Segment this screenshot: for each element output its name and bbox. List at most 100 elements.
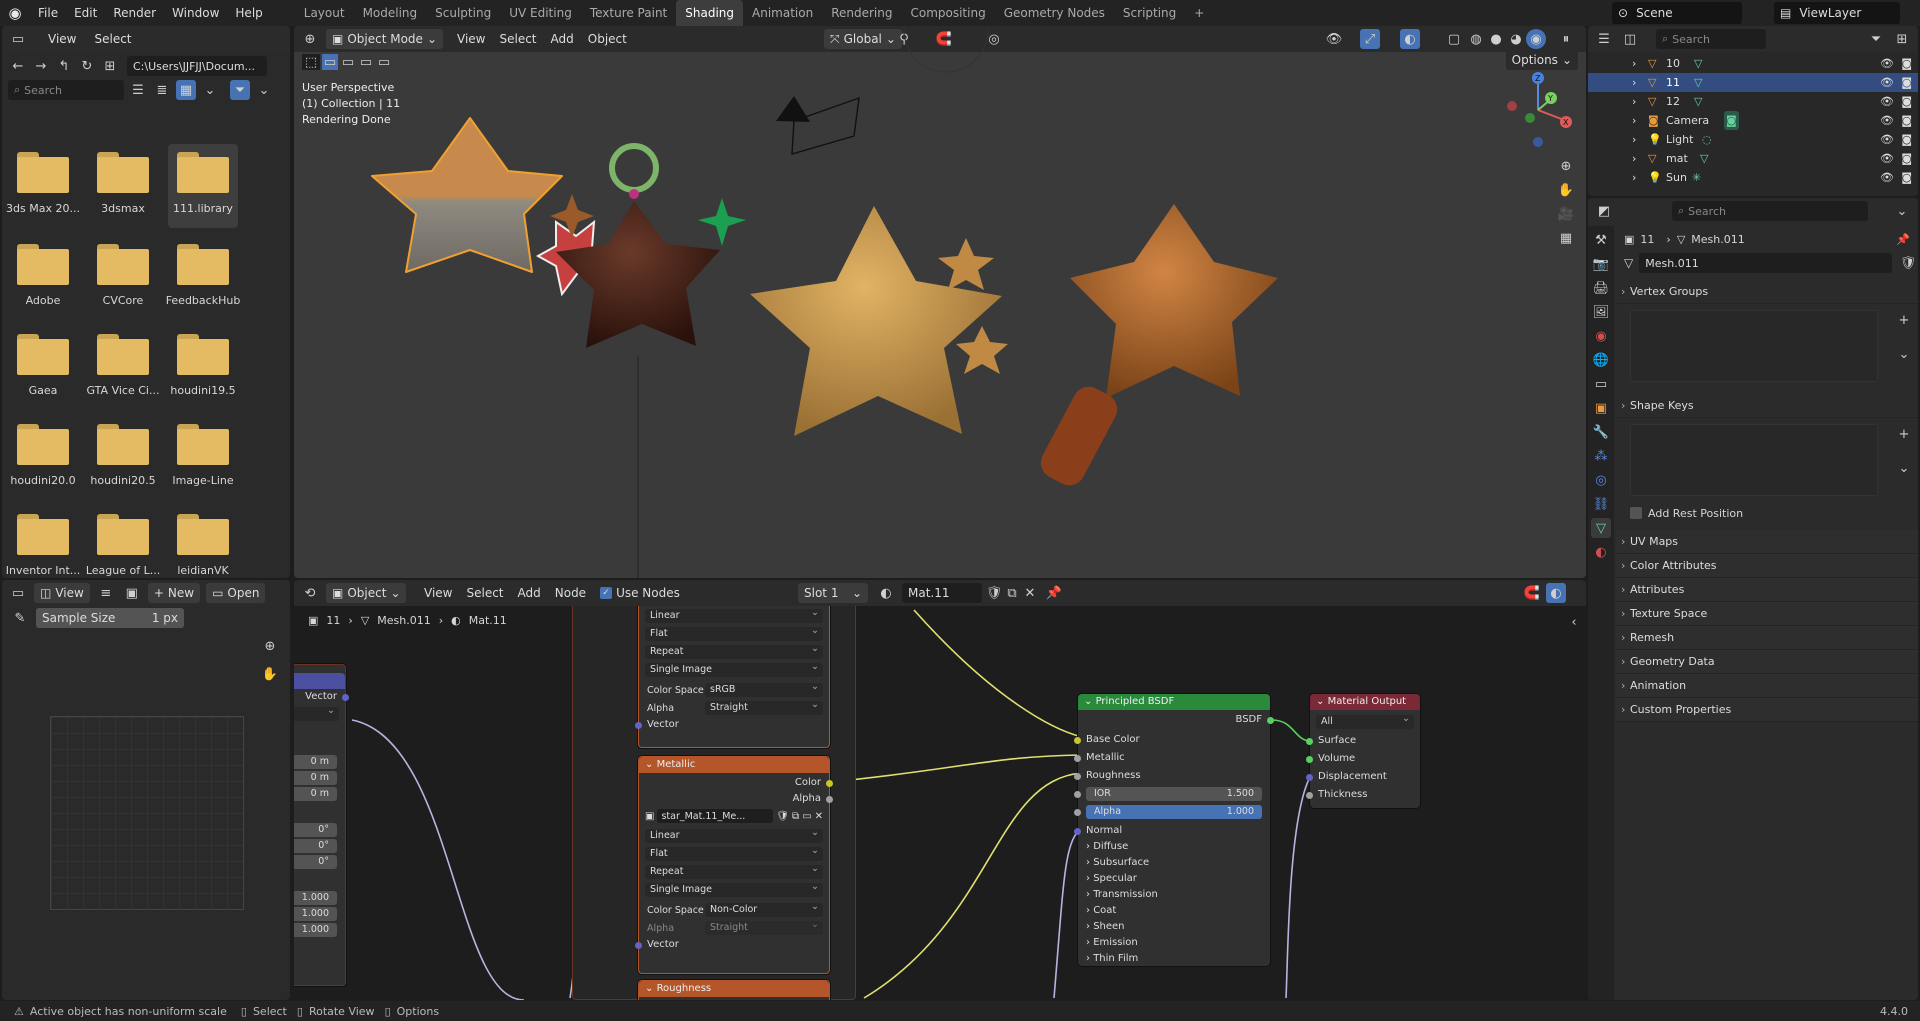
proportional-edit-icon[interactable]: ◎ [984,29,1004,49]
tab-sculpting[interactable]: Sculpting [426,0,500,26]
tab-scripting[interactable]: Scripting [1114,0,1185,26]
alpha-dropdown[interactable]: Straight [705,698,823,715]
file-browser-menu-select[interactable]: Select [94,32,131,46]
bsdf-header[interactable]: ⌄ Principled BSDF [1078,694,1270,710]
scale-x-field[interactable]: 1.000 [294,891,337,905]
render-tab-icon[interactable]: 📷 [1591,254,1611,274]
new-folder-icon[interactable]: ⊞ [100,56,120,76]
folder-item[interactable]: 3dsmax [88,148,158,215]
tab-shading[interactable]: Shading [676,0,743,26]
eye-icon[interactable]: 👁 [1880,149,1894,168]
add-workspace-button[interactable]: + [1185,0,1213,26]
folder-item[interactable]: Adobe [8,240,78,307]
color-attributes-section[interactable]: Color Attributes [1616,554,1918,578]
mapping-type-dropdown[interactable]: oint [294,704,339,721]
forward-arrow-icon[interactable]: → [31,56,51,76]
breadcrumb-object[interactable]: 11 [1640,233,1654,246]
tab-geometry-nodes[interactable]: Geometry Nodes [995,0,1114,26]
float-socket[interactable] [1074,755,1081,762]
eye-icon[interactable]: 👁 [1880,168,1894,187]
gizmo-icon[interactable]: ⤢ [1360,29,1380,49]
vertex-groups-section[interactable]: Vertex Groups [1616,280,1918,304]
shader-node-editor[interactable]: ⟲ ▣ Object ⌄ View Select Add Node ✓ Use Nod… [294,580,1586,1000]
use-nodes-toggle[interactable]: ✓ Use Nodes [600,586,680,600]
file-search-input[interactable]: ⌕ Search [8,80,124,100]
folder-item[interactable]: Inventor Int... [6,510,80,577]
tab-layout[interactable]: Layout [295,0,354,26]
transform-orientation[interactable]: ⤧ Global ⌄ [824,29,902,49]
location-z-field[interactable]: 0 m [294,787,337,801]
panel-emission[interactable]: › Emission [1078,935,1270,951]
shape-keys-section[interactable]: Shape Keys [1616,394,1918,418]
node-menu-add[interactable]: Add [518,586,541,600]
roughness-texture-node[interactable]: ⌄ Roughness [638,980,830,1000]
projection-dropdown[interactable]: Flat [645,624,823,641]
navigation-gizmo[interactable]: Z X Y [1504,66,1574,156]
animation-section[interactable]: Animation [1616,674,1918,698]
metallic-texture-node[interactable]: ⌄ Metallic Color Alpha ▣ star_Mat.11_Me.… [635,756,833,974]
viewport-menu-view[interactable]: View [457,32,485,46]
interpolation-dropdown[interactable]: Linear [645,606,823,623]
breadcrumb-object[interactable]: 11 [326,614,340,627]
outliner-item[interactable]: › ◙ Camera ◙ 👁 ◙ [1588,111,1918,130]
folder-item[interactable]: FeedbackHub [166,240,240,307]
ior-field[interactable]: IOR 1.500 [1086,787,1262,801]
outliner-item[interactable]: › ▽ 10 ▽ 👁 ◙ [1588,54,1918,73]
metallic-node-header[interactable]: ⌄ Metallic [639,757,829,773]
visibility-icon[interactable]: 👁 [1324,29,1344,49]
fake-user-icon[interactable]: 🛡 [776,811,789,822]
texture-space-section[interactable]: Texture Space [1616,602,1918,626]
panel-specular[interactable]: › Specular [1078,871,1270,887]
modifier-tab-icon[interactable]: 🔧 [1591,422,1611,442]
custom-properties-section[interactable]: Custom Properties [1616,698,1918,722]
vector-socket[interactable] [1074,828,1081,835]
outliner-item[interactable]: › 💡 Sun ✳ 👁 ◙ [1588,168,1918,187]
image-browse-icon[interactable]: ▣ [122,583,142,603]
float-socket[interactable] [1074,809,1081,816]
material-shading-icon[interactable]: ◕ [1506,29,1526,49]
base-color-texture-node[interactable]: Linear Flat Repeat Single Image Color Sp… [635,600,830,748]
geometry-data-section[interactable]: Geometry Data [1616,650,1918,674]
object-tab-icon[interactable]: ▣ [1591,398,1611,418]
chevron-down-icon[interactable]: ⌄ [1892,201,1912,221]
duplicate-icon[interactable]: ⧉ [1002,583,1022,603]
chevron-down-icon[interactable]: ⌄ [200,80,220,100]
folder-item[interactable]: League of L... [86,510,160,577]
vector-socket[interactable] [1306,774,1313,781]
material-output-node[interactable]: ⌄ Material Output All Surface Volume Dis… [1306,694,1420,808]
xray-icon[interactable]: ▢ [1444,29,1464,49]
rotation-x-field[interactable]: 0° [294,823,337,837]
vector-socket[interactable] [635,722,642,729]
eyedropper-icon[interactable]: ✎ [10,608,30,628]
solid-shading-icon[interactable]: ● [1486,29,1506,49]
material-tab-icon[interactable]: ◐ [1591,542,1611,562]
blender-logo-icon[interactable]: ◉ [0,0,30,26]
chevron-down-icon[interactable]: ⌄ [254,80,274,100]
scale-z-field[interactable]: 1.000 [294,923,337,937]
folder-item[interactable]: CVCore [88,240,158,307]
location-y-field[interactable]: 0 m [294,771,337,785]
viewport-menu-select[interactable]: Select [499,32,536,46]
menu-help[interactable]: Help [227,0,270,26]
extension-dropdown[interactable]: Repeat [645,862,823,879]
close-icon[interactable]: ✕ [815,811,823,822]
menu-window[interactable]: Window [164,0,227,26]
image-name-field[interactable]: star_Mat.11_Me... [657,809,774,823]
list-vertical-icon[interactable]: ☰ [128,80,148,100]
folder-item[interactable]: houdini20.5 [88,420,158,487]
node-menu-node[interactable]: Node [555,586,586,600]
snap-icon[interactable]: 🧲 [934,29,954,49]
outliner-item[interactable]: › ▽ 12 ▽ 👁 ◙ [1588,92,1918,111]
folder-item[interactable]: houdini20.0 [8,420,78,487]
menu-edit[interactable]: Edit [66,0,105,26]
open-image-button[interactable]: ▭ Open [206,583,266,603]
output-tab-icon[interactable]: 🖨 [1591,278,1611,298]
select-extend-icon[interactable]: ▭ [340,54,356,70]
source-dropdown[interactable]: Single Image [645,880,823,897]
mapping-node[interactable]: g Vector oint 0 m 0 m 0 m 0° 0° 0° 1.000… [294,664,349,986]
principled-bsdf-node[interactable]: ⌄ Principled BSDF BSDF Base Color Metall… [1074,694,1274,966]
scale-y-field[interactable]: 1.000 [294,907,337,921]
slot-selector[interactable]: Slot 1 ⌄ [798,583,868,603]
new-image-button[interactable]: + New [147,583,201,603]
tab-animation[interactable]: Animation [743,0,822,26]
